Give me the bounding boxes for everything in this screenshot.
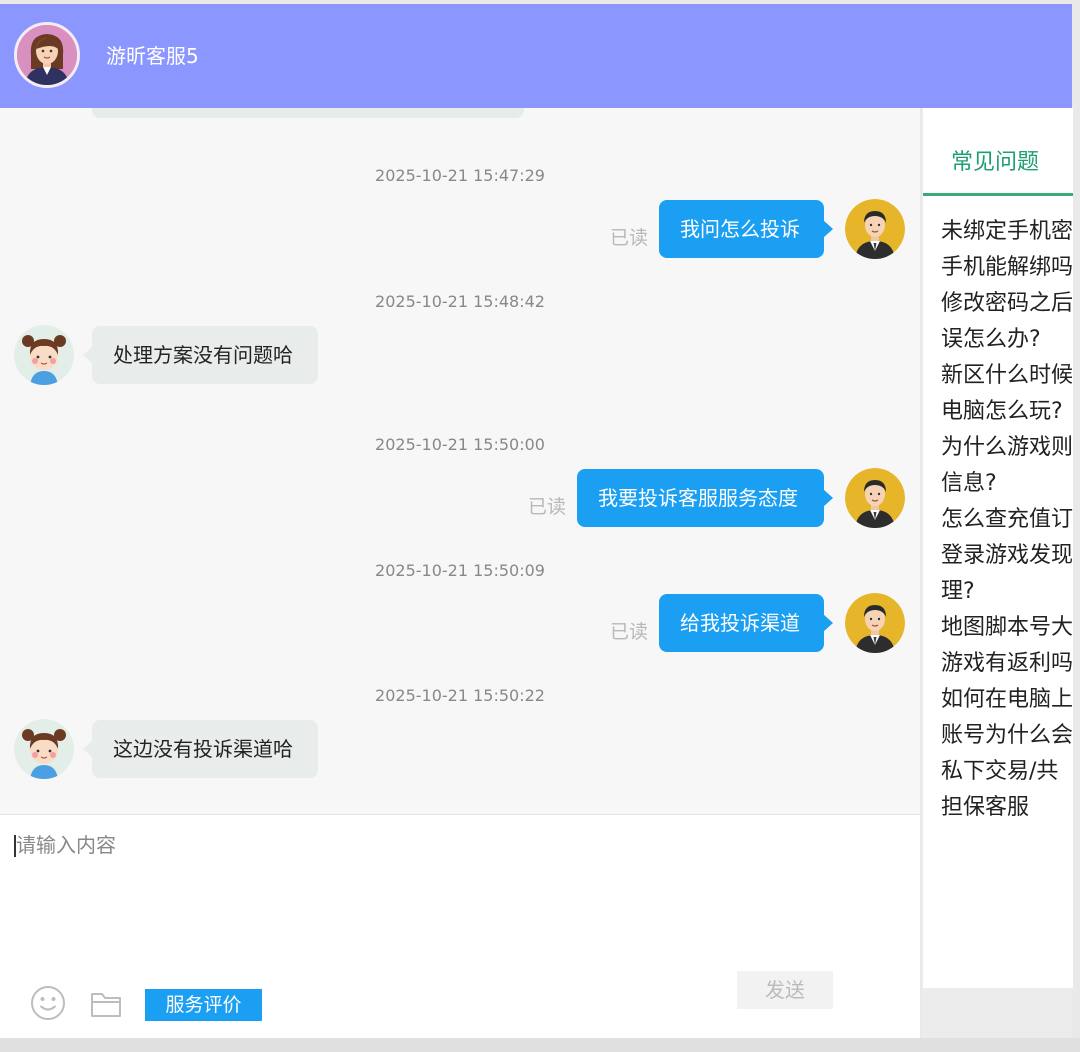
- outgoing-message-bubble[interactable]: 我要投诉客服服务态度: [577, 469, 833, 527]
- faq-item[interactable]: 账号为什么会: [941, 718, 1073, 754]
- message-timestamp: 2025-10-21 15:48:42: [375, 292, 545, 311]
- faq-item[interactable]: 误怎么办?: [941, 322, 1073, 358]
- incoming-message-bubble[interactable]: 这边没有投诉渠道哈: [83, 720, 318, 778]
- message-timestamp: 2025-10-21 15:50:00: [375, 435, 545, 454]
- agent-woman-avatar-icon: [14, 22, 80, 88]
- faq-item[interactable]: 信息?: [941, 466, 1073, 502]
- chat-window: 游昕客服5 2025-10-21 15:47:29 已读 我问怎么投诉 2025…: [0, 0, 1080, 1052]
- window-bottom-edge: [0, 1038, 1080, 1052]
- user-man-avatar-icon: [845, 199, 905, 259]
- message-input[interactable]: 请输入内容: [16, 831, 116, 859]
- tab-faq[interactable]: 常见问题: [923, 138, 1073, 196]
- user-man-avatar-icon: [845, 468, 905, 528]
- send-button[interactable]: 发送: [737, 971, 833, 1009]
- faq-item[interactable]: 如何在电脑上: [941, 682, 1073, 718]
- read-status: 已读: [610, 227, 649, 249]
- faq-panel-footer: [922, 988, 1072, 1038]
- message-timestamp: 2025-10-21 15:47:29: [375, 166, 545, 185]
- service-rating-button[interactable]: 服务评价: [145, 989, 262, 1021]
- folder-icon[interactable]: [90, 989, 122, 1023]
- read-status: 已读: [610, 621, 649, 643]
- faq-panel: 常见问题 未绑定手机密 手机能解绑吗 修改密码之后 误怎么办? 新区什么时候 电…: [922, 108, 1073, 988]
- faq-list: 未绑定手机密 手机能解绑吗 修改密码之后 误怎么办? 新区什么时候 电脑怎么玩?…: [941, 214, 1073, 826]
- read-status: 已读: [528, 496, 567, 518]
- faq-item[interactable]: 为什么游戏则: [941, 430, 1073, 466]
- faq-item[interactable]: 登录游戏发现: [941, 538, 1073, 574]
- incoming-message-bubble[interactable]: 处理方案没有问题哈: [83, 326, 318, 384]
- tab-faq-label: 常见问题: [951, 150, 1040, 175]
- user-man-avatar-icon: [845, 593, 905, 653]
- chat-header: 游昕客服5: [0, 4, 1072, 108]
- message-timestamp: 2025-10-21 15:50:09: [375, 561, 545, 580]
- faq-item[interactable]: 担保客服: [941, 790, 1073, 826]
- agent-name-title: 游昕客服5: [106, 44, 199, 68]
- previous-message-bubble: [92, 108, 524, 118]
- service-girl-avatar-icon: [14, 325, 74, 385]
- message-timestamp: 2025-10-21 15:50:22: [375, 686, 545, 705]
- faq-item[interactable]: 私下交易/共: [941, 754, 1073, 790]
- faq-item[interactable]: 修改密码之后: [941, 286, 1073, 322]
- faq-item[interactable]: 游戏有返利吗: [941, 646, 1073, 682]
- faq-item[interactable]: 电脑怎么玩?: [941, 394, 1073, 430]
- faq-item[interactable]: 新区什么时候: [941, 358, 1073, 394]
- service-girl-avatar-icon: [14, 719, 74, 779]
- message-input-area[interactable]: 请输入内容 服务评价 发送: [0, 814, 920, 1039]
- smiley-icon[interactable]: [30, 985, 66, 1025]
- message-list[interactable]: 2025-10-21 15:47:29 已读 我问怎么投诉 2025-10-21…: [0, 108, 920, 814]
- outgoing-message-bubble[interactable]: 给我投诉渠道: [659, 594, 833, 652]
- faq-item[interactable]: 未绑定手机密: [941, 214, 1073, 250]
- faq-item[interactable]: 手机能解绑吗: [941, 250, 1073, 286]
- faq-item[interactable]: 地图脚本号大: [941, 610, 1073, 646]
- outgoing-message-bubble[interactable]: 我问怎么投诉: [659, 200, 833, 258]
- faq-item[interactable]: 怎么查充值订: [941, 502, 1073, 538]
- faq-item[interactable]: 理?: [941, 574, 1073, 610]
